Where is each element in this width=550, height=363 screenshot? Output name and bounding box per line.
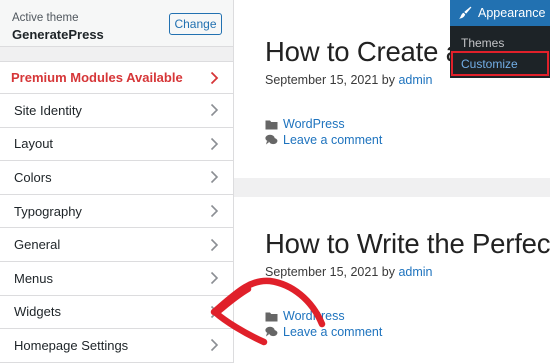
- admin-menu-themes[interactable]: Themes: [450, 32, 550, 53]
- post-category-link[interactable]: WordPress: [283, 309, 345, 323]
- folder-icon: [265, 310, 278, 322]
- panel-widgets[interactable]: Widgets: [0, 295, 233, 330]
- customizer-sidebar: Active theme GeneratePress Change Premiu…: [0, 0, 234, 363]
- chevron-right-icon: [210, 305, 219, 319]
- active-theme-header: Active theme GeneratePress Change: [0, 0, 233, 47]
- post-category-link[interactable]: WordPress: [283, 117, 345, 131]
- panel-label: Typography: [14, 203, 82, 219]
- panel-general[interactable]: General: [0, 228, 233, 262]
- panel-colors[interactable]: Colors: [0, 161, 233, 195]
- chevron-right-icon: [210, 338, 219, 352]
- panel-label: Homepage Settings: [14, 337, 129, 353]
- post-comment-link[interactable]: Leave a comment: [283, 133, 382, 147]
- chevron-right-icon: [210, 103, 219, 117]
- chevron-right-icon: [210, 137, 219, 151]
- paintbrush-icon: [458, 6, 472, 20]
- chevron-right-icon: [210, 238, 219, 252]
- post-meta: September 15, 2021 by admin: [265, 73, 433, 87]
- chevron-right-icon: [210, 170, 219, 184]
- post-category-row: WordPress: [265, 309, 345, 323]
- post-comment-link[interactable]: Leave a comment: [283, 325, 382, 339]
- appearance-menu-header[interactable]: Appearance: [450, 0, 550, 26]
- panel-label: Widgets: [14, 304, 61, 320]
- panel-label: Menus: [14, 270, 54, 286]
- post-category-row: WordPress: [265, 117, 345, 131]
- panel-label: Layout: [14, 136, 54, 152]
- panel-site-identity[interactable]: Site Identity: [0, 94, 233, 128]
- post-comment-row: Leave a comment: [265, 133, 382, 147]
- customize-highlight-box: [451, 51, 549, 76]
- post-title[interactable]: How to Write the Perfect: [265, 228, 550, 260]
- post-date[interactable]: September 15, 2021: [265, 73, 378, 87]
- chevron-right-icon: [210, 204, 219, 218]
- post-author-link[interactable]: admin: [398, 265, 432, 279]
- post-by: by: [381, 265, 395, 279]
- premium-modules-label: Premium Modules Available: [11, 70, 183, 85]
- post-title[interactable]: How to Create a: [265, 36, 461, 68]
- panel-layout[interactable]: Layout: [0, 127, 233, 162]
- post-card: How to Write the Perfect September 15, 2…: [234, 197, 550, 363]
- post-date[interactable]: September 15, 2021: [265, 265, 378, 279]
- panel-menus[interactable]: Menus: [0, 261, 233, 296]
- appearance-menu-label: Appearance: [478, 6, 546, 20]
- post-by: by: [381, 73, 395, 87]
- change-theme-button[interactable]: Change: [169, 13, 222, 35]
- chevron-right-icon: [210, 71, 219, 85]
- panel-label: Colors: [14, 169, 52, 185]
- panel-label: Site Identity: [14, 102, 82, 118]
- folder-icon: [265, 118, 278, 130]
- post-meta: September 15, 2021 by admin: [265, 265, 433, 279]
- post-comment-row: Leave a comment: [265, 325, 382, 339]
- comment-icon: [265, 134, 278, 146]
- panel-label: General: [14, 237, 61, 253]
- panel-homepage-settings[interactable]: Homepage Settings: [0, 329, 233, 363]
- chevron-right-icon: [210, 271, 219, 285]
- post-author-link[interactable]: admin: [398, 73, 432, 87]
- panel-typography[interactable]: Typography: [0, 194, 233, 229]
- premium-modules-item[interactable]: Premium Modules Available: [0, 61, 233, 94]
- comment-icon: [265, 326, 278, 338]
